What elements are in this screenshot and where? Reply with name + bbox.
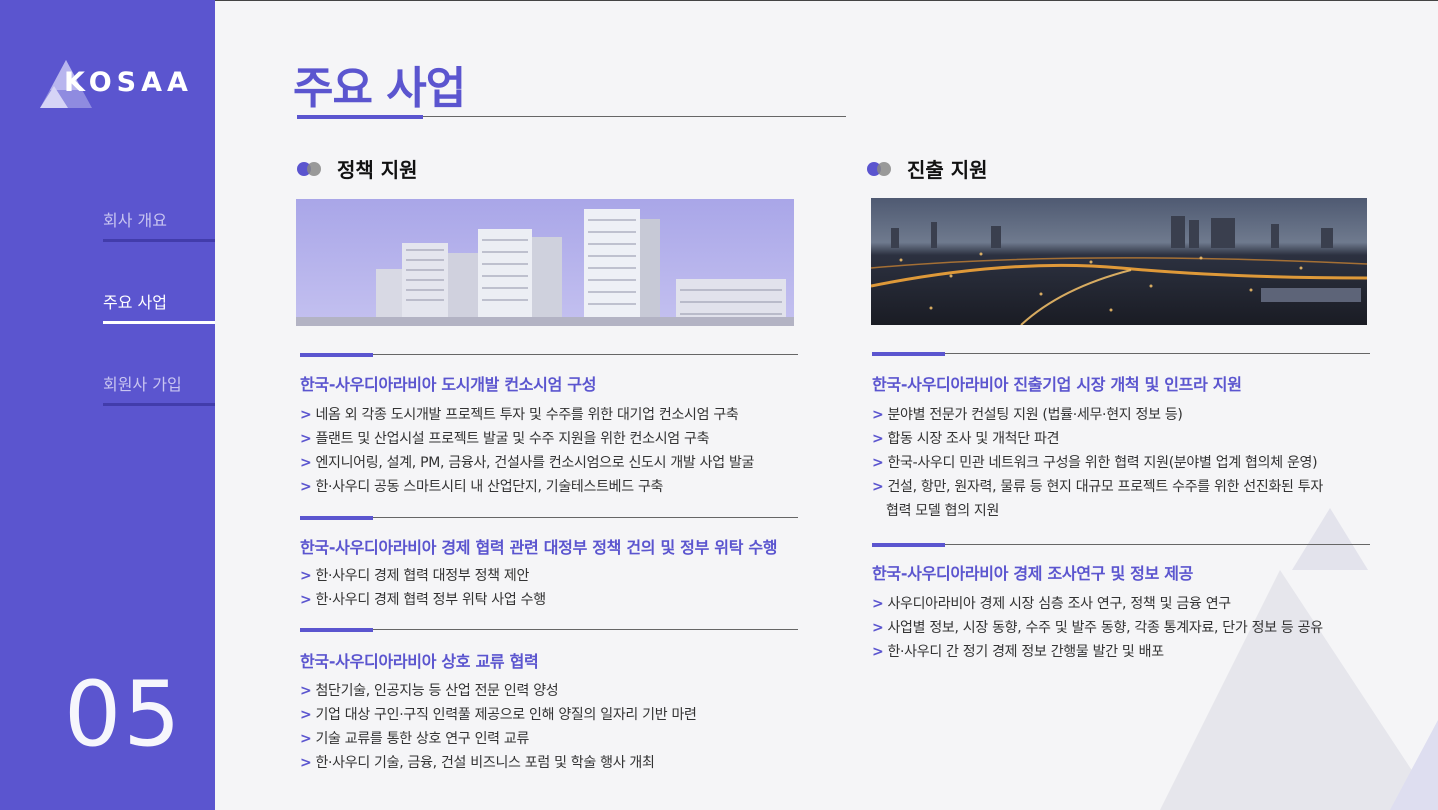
list-item: > 한국-사우디 민관 네트워크 구성을 위한 협력 지원(분야별 업계 협의체 … [872, 455, 1318, 471]
block-heading: 한국-사우디아라비아 진출기업 시장 개척 및 인프라 지원 [872, 375, 1242, 394]
nav-label: 주요 사업 [103, 293, 167, 312]
city-night-photo [871, 198, 1367, 325]
block-heading: 한국-사우디아라비아 경제 협력 관련 대정부 정책 건의 및 정부 위탁 수행 [300, 538, 778, 557]
section-title: 진출 지원 [907, 158, 988, 182]
sidebar: KOSAA 회사 개요 주요 사업 회원사 가입 05 [0, 0, 215, 810]
city-buildings-photo [296, 199, 794, 326]
kosaa-logo[interactable]: KOSAA [36, 56, 196, 116]
block-heading: 한국-사우디아라비아 도시개발 컨소시엄 구성 [300, 375, 597, 394]
list-item: > 건설, 항만, 원자력, 물류 등 현지 대규모 프로젝트 수주를 위한 선진… [872, 475, 1323, 523]
nav-underline [103, 321, 215, 324]
nav-label: 회사 개요 [103, 211, 167, 230]
list-item: > 한·사우디 기술, 금융, 건설 비즈니스 포럼 및 학술 행사 개최 [300, 755, 655, 771]
block-accent-bar [872, 352, 945, 356]
list-item: > 사업별 정보, 시장 동향, 수주 및 발주 동향, 각종 통계자료, 단가 … [872, 620, 1323, 636]
list-item: > 한·사우디 공동 스마트시티 내 산업단지, 기술테스트베드 구축 [300, 479, 664, 495]
nav-item-main-business[interactable]: 주요 사업 [103, 289, 215, 325]
nav-underline [103, 239, 215, 242]
list-item: > 한·사우디 간 정기 경제 정보 간행물 발간 및 배포 [872, 644, 1164, 660]
block-list: > 사우디아라비아 경제 시장 심층 조사 연구, 정책 및 금융 연구 > 사업별… [872, 592, 1323, 664]
section-title: 정책 지원 [337, 158, 418, 182]
top-border [0, 0, 1438, 1]
block-accent-bar [300, 628, 373, 632]
block-divider [300, 517, 798, 518]
page-number: 05 [64, 662, 183, 767]
list-item: > 한·사우디 경제 협력 정부 위탁 사업 수행 [300, 592, 546, 608]
block-list: > 분야별 전문가 컨설팅 지원 (법률·세무·현지 정보 등) > 합동 시장 조… [872, 403, 1323, 523]
list-item: > 네옴 외 각종 도시개발 프로젝트 투자 및 수주를 위한 대기업 컨소시엄 … [300, 407, 739, 423]
block-list: > 한·사우디 경제 협력 대정부 정책 제안 > 한·사우디 경제 협력 정부 위… [300, 564, 546, 612]
list-item: > 합동 시장 조사 및 개척단 파견 [872, 431, 1060, 447]
block-heading: 한국-사우디아라비아 상호 교류 협력 [300, 652, 539, 671]
block-divider [300, 354, 798, 355]
section-header-expansion: 진출 지원 [867, 154, 988, 183]
bullet-dots-icon [867, 161, 897, 177]
block-heading: 한국-사우디아라비아 경제 조사연구 및 정보 제공 [872, 564, 1194, 583]
block-divider [872, 353, 1370, 354]
block-accent-bar [872, 543, 945, 547]
list-item: > 한·사우디 경제 협력 대정부 정책 제안 [300, 568, 530, 584]
list-item: > 엔지니어링, 설계, PM, 금융사, 건설사를 컨소시엄으로 신도시 개발 … [300, 455, 755, 471]
list-item: > 첨단기술, 인공지능 등 산업 전문 인력 양성 [300, 683, 559, 699]
nav-item-company-overview[interactable]: 회사 개요 [103, 207, 215, 243]
block-accent-bar [300, 516, 373, 520]
page-title: 주요 사업 [293, 63, 466, 114]
block-list: > 네옴 외 각종 도시개발 프로젝트 투자 및 수주를 위한 대기업 컨소시엄 … [300, 403, 754, 499]
nav-item-member-join[interactable]: 회원사 가입 [103, 371, 215, 407]
nav-label: 회원사 가입 [103, 375, 182, 394]
block-accent-bar [300, 353, 373, 357]
block-divider [872, 544, 1370, 545]
list-item: > 기술 교류를 통한 상호 연구 인력 교류 [300, 731, 530, 747]
logo-text: KOSAA [64, 67, 193, 98]
nav-underline [103, 403, 215, 406]
bullet-dots-icon [297, 161, 327, 177]
title-accent-bar [297, 115, 423, 119]
list-item: > 플랜트 및 산업시설 프로젝트 발굴 및 수주 지원을 위한 컨소시엄 구축 [300, 431, 710, 447]
list-item: > 기업 대상 구인·구직 인력풀 제공으로 인해 양질의 일자리 기반 마련 [300, 707, 697, 723]
list-item-continuation: 협력 모델 협의 지원 [886, 503, 1000, 519]
list-item: > 사우디아라비아 경제 시장 심층 조사 연구, 정책 및 금융 연구 [872, 596, 1231, 612]
list-item: > 분야별 전문가 컨설팅 지원 (법률·세무·현지 정보 등) [872, 407, 1183, 423]
block-divider [300, 629, 798, 630]
block-list: > 첨단기술, 인공지능 등 산업 전문 인력 양성 > 기업 대상 구인·구직 인… [300, 679, 697, 775]
section-header-policy: 정책 지원 [297, 154, 418, 183]
